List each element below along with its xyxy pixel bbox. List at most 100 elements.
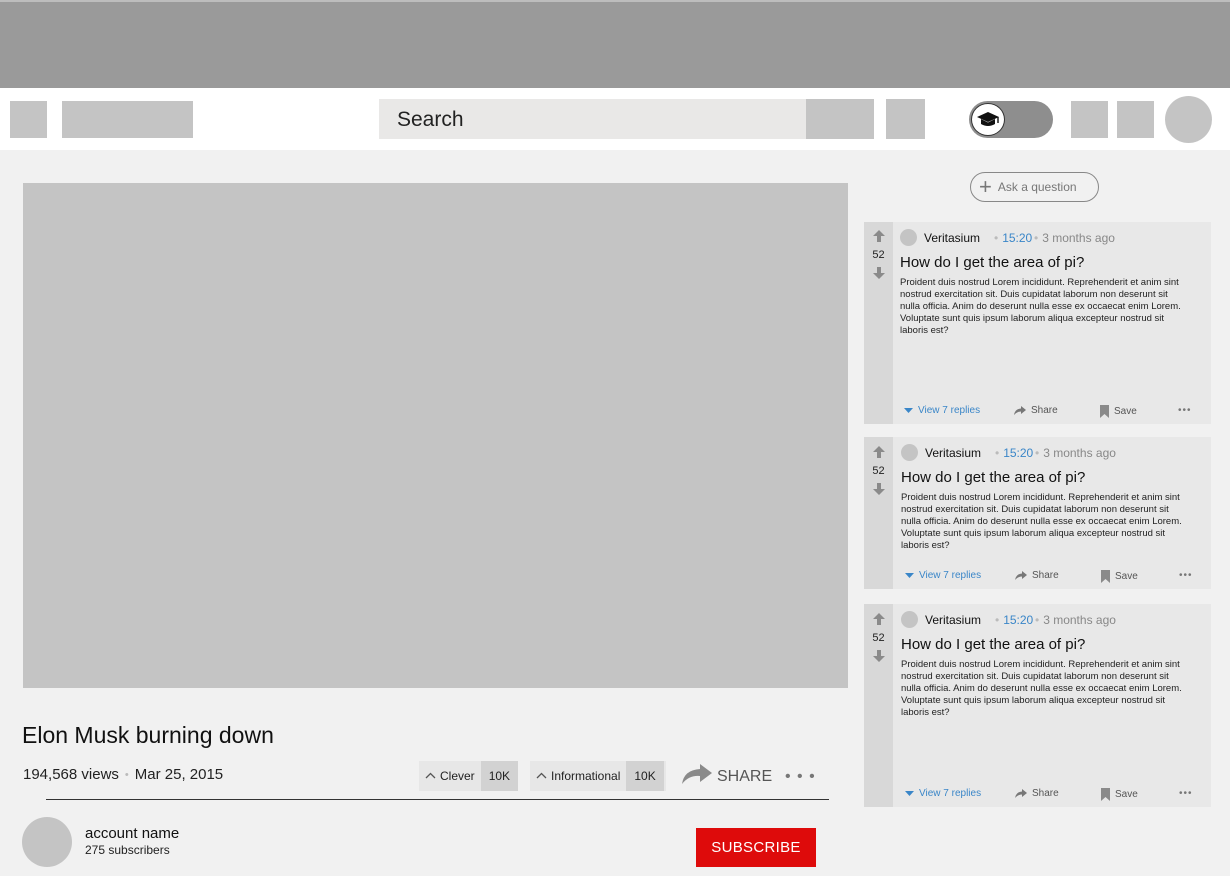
question-share-label: Share xyxy=(1032,788,1059,799)
question-card: 52 Veritasium • 15:20 • 3 months ago How d… xyxy=(864,437,1211,589)
more-options-button[interactable]: • • • xyxy=(785,768,816,786)
upload-date: Mar 25, 2015 xyxy=(134,766,224,783)
author-name[interactable]: Veritasium xyxy=(925,446,981,460)
meta-separator: • xyxy=(124,768,129,781)
timestamp-text: 15:20 xyxy=(1003,613,1034,627)
timestamp-link[interactable]: • 15:20 xyxy=(994,231,1032,245)
top-bar: Search xyxy=(0,88,1230,150)
vote-column: 52 xyxy=(864,437,893,589)
ask-question-button[interactable]: + Ask a question xyxy=(970,172,1099,202)
question-actions: View 7 replies Share Save ••• xyxy=(901,570,1201,586)
channel-name[interactable]: account name xyxy=(85,825,179,842)
question-share-button[interactable]: Share xyxy=(1014,405,1058,416)
question-share-button[interactable]: Share xyxy=(1015,570,1059,581)
chevron-up-icon xyxy=(425,770,436,782)
posted-ago: • 3 months ago xyxy=(1035,613,1116,627)
author-avatar[interactable] xyxy=(901,611,918,628)
arrow-down-icon[interactable] xyxy=(872,482,886,496)
caret-down-icon xyxy=(904,408,913,413)
view-replies-label: View 7 replies xyxy=(918,405,981,416)
search-placeholder: Search xyxy=(397,108,464,131)
question-card: 52 Veritasium • 15:20 • 3 months ago How d… xyxy=(864,222,1211,424)
user-avatar[interactable] xyxy=(1165,96,1212,143)
search-input[interactable]: Search xyxy=(379,99,806,139)
question-save-label: Save xyxy=(1115,571,1138,582)
question-title: How do I get the area of pi? xyxy=(901,469,1086,486)
question-title: How do I get the area of pi? xyxy=(901,636,1086,653)
channel-avatar[interactable] xyxy=(22,817,72,867)
author-avatar[interactable] xyxy=(900,229,917,246)
share-label: SHARE xyxy=(717,767,773,785)
question-save-button[interactable]: Save xyxy=(1100,405,1137,418)
question-body: Proident duis nostrud Lorem incididunt. … xyxy=(901,659,1182,718)
question-actions: View 7 replies Share Save ••• xyxy=(900,405,1200,421)
question-actions: View 7 replies Share Save ••• xyxy=(901,788,1201,804)
posted-ago-text: 3 months ago xyxy=(1042,231,1115,245)
arrow-up-icon[interactable] xyxy=(872,612,886,626)
learning-mode-toggle[interactable] xyxy=(969,101,1053,138)
tag-label: Informational xyxy=(551,769,621,783)
arrow-down-icon[interactable] xyxy=(872,649,886,663)
video-meta: 194,568 views • Mar 25, 2015 xyxy=(23,766,223,783)
menu-button[interactable] xyxy=(10,101,47,138)
caret-down-icon xyxy=(905,573,914,578)
timestamp-link[interactable]: • 15:20 xyxy=(995,446,1033,460)
question-save-label: Save xyxy=(1115,789,1138,800)
question-body: Proident duis nostrud Lorem incididunt. … xyxy=(900,277,1181,336)
logo[interactable] xyxy=(62,101,193,138)
question-save-button[interactable]: Save xyxy=(1101,788,1138,801)
tag-label: Clever xyxy=(440,769,475,783)
subscriber-count: 275 subscribers xyxy=(85,843,170,857)
author-name[interactable]: Veritasium xyxy=(924,231,980,245)
chevron-up-icon xyxy=(536,770,547,782)
posted-ago: • 3 months ago xyxy=(1035,446,1116,460)
tag-informational-button[interactable]: Informational 10K xyxy=(530,761,666,791)
browser-chrome xyxy=(0,0,1230,88)
question-card: 52 Veritasium • 15:20 • 3 months ago How d… xyxy=(864,604,1211,807)
question-save-label: Save xyxy=(1114,406,1137,417)
view-replies-label: View 7 replies xyxy=(919,570,982,581)
share-arrow-icon xyxy=(1014,406,1026,415)
arrow-down-icon[interactable] xyxy=(872,266,886,280)
caret-down-icon xyxy=(905,791,914,796)
question-share-label: Share xyxy=(1032,570,1059,581)
posted-ago-text: 3 months ago xyxy=(1043,613,1116,627)
question-share-button[interactable]: Share xyxy=(1015,788,1059,799)
question-save-button[interactable]: Save xyxy=(1101,570,1138,583)
notifications-button[interactable] xyxy=(1117,101,1154,138)
question-more-button[interactable]: ••• xyxy=(1178,405,1192,416)
vote-column: 52 xyxy=(864,604,893,807)
author-avatar[interactable] xyxy=(901,444,918,461)
posted-ago: • 3 months ago xyxy=(1034,231,1115,245)
search-button[interactable] xyxy=(806,99,874,139)
vote-column: 52 xyxy=(864,222,893,424)
share-arrow-icon xyxy=(1015,571,1027,580)
graduation-cap-icon xyxy=(971,103,1005,136)
question-body: Proident duis nostrud Lorem incididunt. … xyxy=(901,492,1182,551)
arrow-up-icon[interactable] xyxy=(872,445,886,459)
subscribe-button[interactable]: SUBSCRIBE xyxy=(696,828,816,867)
view-replies-button[interactable]: View 7 replies xyxy=(905,570,981,581)
question-share-label: Share xyxy=(1031,405,1058,416)
timestamp-text: 15:20 xyxy=(1002,231,1033,245)
timestamp-text: 15:20 xyxy=(1003,446,1034,460)
posted-ago-text: 3 months ago xyxy=(1043,446,1116,460)
author-name[interactable]: Veritasium xyxy=(925,613,981,627)
question-more-button[interactable]: ••• xyxy=(1179,570,1193,581)
share-button[interactable]: SHARE xyxy=(681,762,772,791)
tag-count: 10K xyxy=(480,761,519,791)
voice-search-button[interactable] xyxy=(886,99,925,139)
timestamp-link[interactable]: • 15:20 xyxy=(995,613,1033,627)
view-replies-button[interactable]: View 7 replies xyxy=(904,405,980,416)
view-replies-button[interactable]: View 7 replies xyxy=(905,788,981,799)
vote-count: 52 xyxy=(872,632,885,644)
question-more-button[interactable]: ••• xyxy=(1179,788,1193,799)
video-player[interactable] xyxy=(23,183,848,688)
ask-question-label: Ask a question xyxy=(997,180,1077,194)
share-arrow-icon xyxy=(1015,789,1027,798)
tag-clever-button[interactable]: Clever 10K xyxy=(419,761,519,791)
vote-count: 52 xyxy=(872,465,885,477)
bookmark-icon xyxy=(1101,570,1110,583)
apps-button[interactable] xyxy=(1071,101,1108,138)
arrow-up-icon[interactable] xyxy=(872,229,886,243)
